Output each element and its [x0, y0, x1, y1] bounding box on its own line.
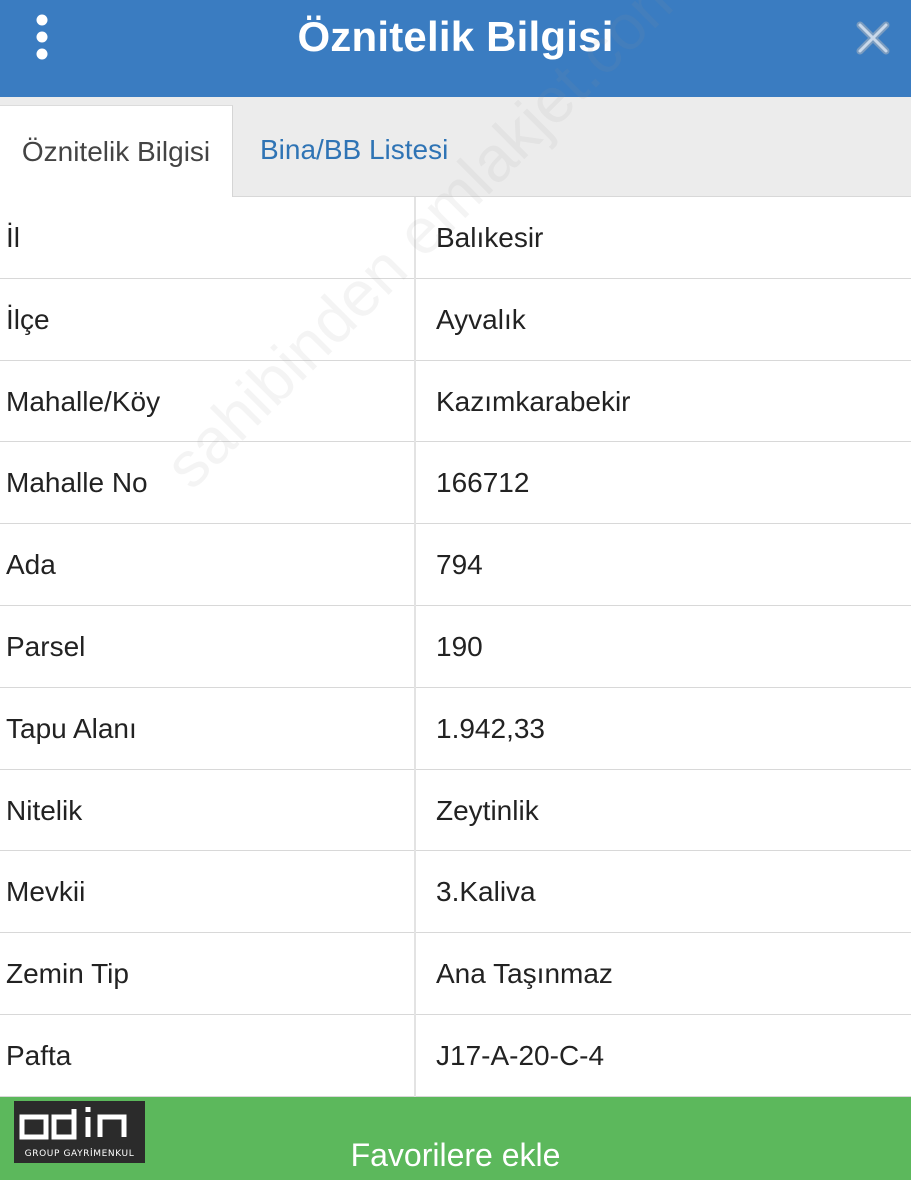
attribute-table: İl Balıkesir İlçe Ayvalık Mahalle/Köy Ka…	[0, 197, 911, 1097]
attribute-value: 1.942,33	[436, 712, 545, 744]
table-row-mevkii: Mevkii 3.Kaliva	[0, 851, 911, 934]
table-row-il: İl Balıkesir	[0, 197, 911, 279]
close-icon[interactable]	[853, 18, 893, 58]
attribute-value: Ayvalık	[436, 303, 526, 335]
attribute-value: Kazımkarabekir	[436, 385, 631, 417]
table-row-ada: Ada 794	[0, 524, 911, 606]
attribute-value: 190	[436, 630, 483, 662]
attribute-value: 3.Kaliva	[436, 876, 536, 908]
table-row-pafta: Pafta J17-A-20-C-4	[0, 1015, 911, 1097]
attribute-label: Mahalle No	[6, 467, 148, 499]
attribute-label: Zemin Tip	[6, 958, 129, 990]
attribute-value: Zeytinlik	[436, 794, 539, 826]
attribute-label: İl	[6, 222, 20, 253]
table-row-mahalle-no: Mahalle No 166712	[0, 442, 911, 525]
tab-oznitelik-bilgisi[interactable]: Öznitelik Bilgisi	[0, 105, 233, 197]
attribute-value: 794	[436, 549, 483, 581]
table-row-nitelik: Nitelik Zeytinlik	[0, 770, 911, 852]
attribute-label: Pafta	[6, 1039, 72, 1071]
tab-bar: Öznitelik Bilgisi Bina/BB Listesi	[0, 97, 911, 197]
table-row-parsel: Parsel 190	[0, 606, 911, 688]
attribute-value: Ana Taşınmaz	[436, 958, 613, 990]
attribute-label: Tapu Alanı	[6, 712, 137, 744]
app-header: Öznitelik Bilgisi	[0, 0, 911, 97]
table-row-mahalle-koy: Mahalle/Köy Kazımkarabekir	[0, 361, 911, 443]
attribute-label: Ada	[6, 549, 56, 581]
page-title: Öznitelik Bilgisi	[297, 13, 614, 60]
attribute-label: Mevkii	[6, 876, 86, 908]
attribute-label: İlçe	[6, 303, 50, 335]
column-divider	[414, 197, 416, 1097]
attribute-value: J17-A-20-C-4	[436, 1039, 605, 1071]
tab-bina-bb-listesi[interactable]: Bina/BB Listesi	[260, 97, 448, 197]
attribute-label: Parsel	[6, 630, 86, 662]
attribute-value: Balıkesir	[436, 222, 544, 253]
add-to-favorites-button[interactable]: GROUP GAYRİMENKUL Favorilere ekle	[0, 1097, 911, 1180]
attribute-label: Nitelik	[6, 794, 83, 826]
table-row-zemin-tip: Zemin Tip Ana Taşınmaz	[0, 933, 911, 1015]
add-to-favorites-label: Favorilere ekle	[350, 1137, 561, 1173]
table-row-ilce: İlçe Ayvalık	[0, 279, 911, 361]
table-row-tapu-alani: Tapu Alanı 1.942,33	[0, 688, 911, 770]
attribute-label: Mahalle/Köy	[6, 385, 161, 417]
attribute-value: 166712	[436, 467, 530, 499]
